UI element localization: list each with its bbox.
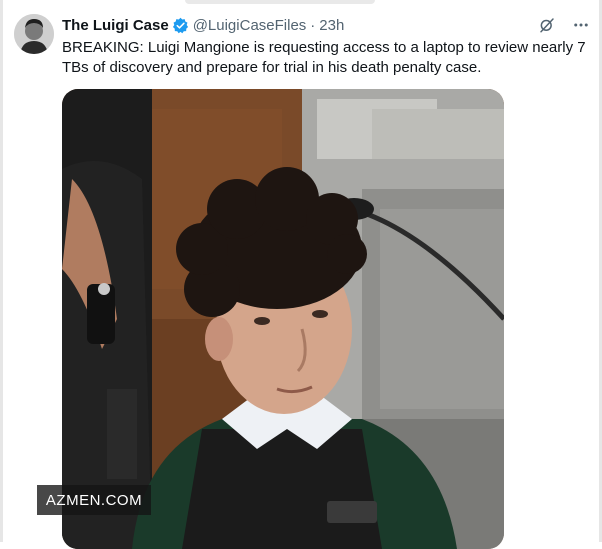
display-name[interactable]: The Luigi Case bbox=[62, 17, 169, 34]
separator-dot: · bbox=[310, 16, 316, 34]
tweet-header: The Luigi Case @LuigiCaseFiles · 23h bbox=[62, 14, 592, 36]
courtroom-photo bbox=[62, 89, 504, 549]
avatar[interactable] bbox=[14, 14, 54, 54]
tweet-media-photo[interactable] bbox=[62, 89, 504, 549]
header-actions bbox=[536, 14, 592, 36]
grok-icon[interactable] bbox=[536, 14, 558, 36]
tweet[interactable]: The Luigi Case @LuigiCaseFiles · 23h BRE… bbox=[0, 0, 602, 549]
tweet-text: BREAKING: Luigi Mangione is requesting a… bbox=[62, 39, 586, 76]
handle[interactable]: @LuigiCaseFiles bbox=[193, 17, 307, 34]
avatar-image bbox=[14, 14, 54, 54]
verified-badge-icon bbox=[172, 17, 189, 34]
timestamp[interactable]: 23h bbox=[319, 17, 344, 34]
watermark: AZMEN.COM bbox=[37, 485, 151, 515]
more-icon[interactable] bbox=[570, 14, 592, 36]
